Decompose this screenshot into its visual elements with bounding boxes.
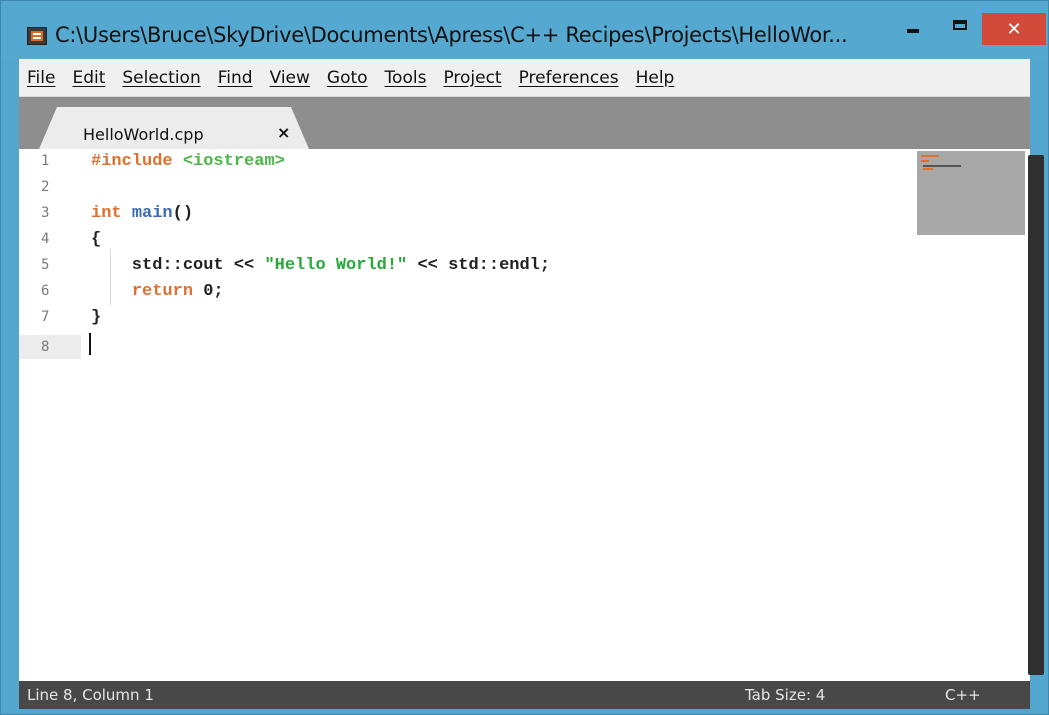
code-token: 0; — [193, 282, 224, 301]
title-bar[interactable]: C:\Users\Bruce\SkyDrive\Documents\Apress… — [1, 1, 1048, 59]
line-number: 8 — [19, 335, 81, 359]
menu-preferences[interactable]: Preferences — [519, 68, 619, 88]
minimap-line — [921, 155, 939, 157]
close-button[interactable]: ✕ — [982, 13, 1046, 45]
indent-guide — [110, 249, 111, 305]
minimap[interactable] — [917, 151, 1025, 235]
tab-close-icon[interactable]: × — [277, 123, 290, 142]
vertical-scrollbar[interactable] — [1028, 155, 1044, 675]
menu-view[interactable]: View — [270, 68, 310, 88]
code-token: "Hello World!" — [264, 256, 408, 275]
tab-label: HelloWorld.cpp — [83, 125, 204, 144]
line-number: 1 — [41, 153, 50, 169]
code-editor[interactable]: 12345678 #include <iostream> int main(){ … — [19, 149, 1044, 681]
menu-project[interactable]: Project — [443, 68, 501, 88]
line-number: 2 — [41, 179, 50, 195]
code-line[interactable]: { — [91, 230, 101, 249]
maximize-button[interactable] — [941, 13, 979, 43]
code-token: { — [91, 230, 102, 249]
code-token: () — [172, 204, 194, 223]
window-title: C:\Users\Bruce\SkyDrive\Documents\Apress… — [55, 23, 848, 47]
menu-edit[interactable]: Edit — [72, 68, 105, 88]
minimap-line — [923, 168, 933, 170]
menu-selection[interactable]: Selection — [122, 68, 200, 88]
minimize-icon — [907, 29, 919, 33]
minimap-line — [921, 160, 929, 162]
line-number: 4 — [41, 231, 50, 247]
status-bar: Line 8, Column 1 Tab Size: 4 C++ — [19, 681, 1030, 709]
line-number: 5 — [41, 257, 50, 273]
code-line[interactable]: int main() — [91, 204, 193, 223]
tab-size-setting[interactable]: Tab Size: 4 — [745, 686, 825, 704]
code-token: int — [91, 204, 122, 223]
line-number: 3 — [41, 205, 50, 221]
minimize-button[interactable] — [895, 13, 931, 43]
menu-help[interactable]: Help — [636, 68, 675, 88]
syntax-language[interactable]: C++ — [945, 686, 981, 704]
menu-goto[interactable]: Goto — [327, 68, 368, 88]
maximize-icon — [953, 20, 967, 30]
cursor-position: Line 8, Column 1 — [27, 686, 154, 704]
menu-file[interactable]: File — [27, 68, 55, 88]
text-cursor — [89, 333, 91, 355]
sublime-app-icon[interactable] — [27, 27, 47, 45]
tab-bar: HelloWorld.cpp × — [19, 97, 1030, 149]
menu-find[interactable]: Find — [218, 68, 253, 88]
code-line[interactable]: #include <iostream> — [91, 152, 285, 171]
code-line[interactable]: } — [91, 308, 101, 327]
code-line[interactable]: std::cout << "Hello World!" << std::endl… — [91, 256, 550, 275]
tab-helloworld-cpp[interactable]: HelloWorld.cpp × — [39, 107, 309, 149]
close-icon: ✕ — [1006, 18, 1022, 40]
minimap-line — [923, 165, 961, 167]
code-token: #include — [91, 152, 173, 171]
menu-tools[interactable]: Tools — [385, 68, 427, 88]
code-token: main — [131, 204, 173, 223]
line-number: 7 — [41, 309, 50, 325]
code-token: <iostream> — [182, 152, 285, 171]
line-number-gutter: 1 2 3 4 5 6 7 8 — [19, 149, 87, 681]
code-token: return — [131, 282, 194, 301]
menu-bar: File Edit Selection Find View Goto Tools… — [19, 59, 1030, 97]
code-token: std::cout << — [91, 256, 265, 275]
editor-window: C:\Users\Bruce\SkyDrive\Documents\Apress… — [0, 0, 1049, 715]
code-token: } — [91, 308, 102, 327]
code-token: << std::endl; — [407, 256, 551, 275]
line-number: 6 — [41, 283, 50, 299]
